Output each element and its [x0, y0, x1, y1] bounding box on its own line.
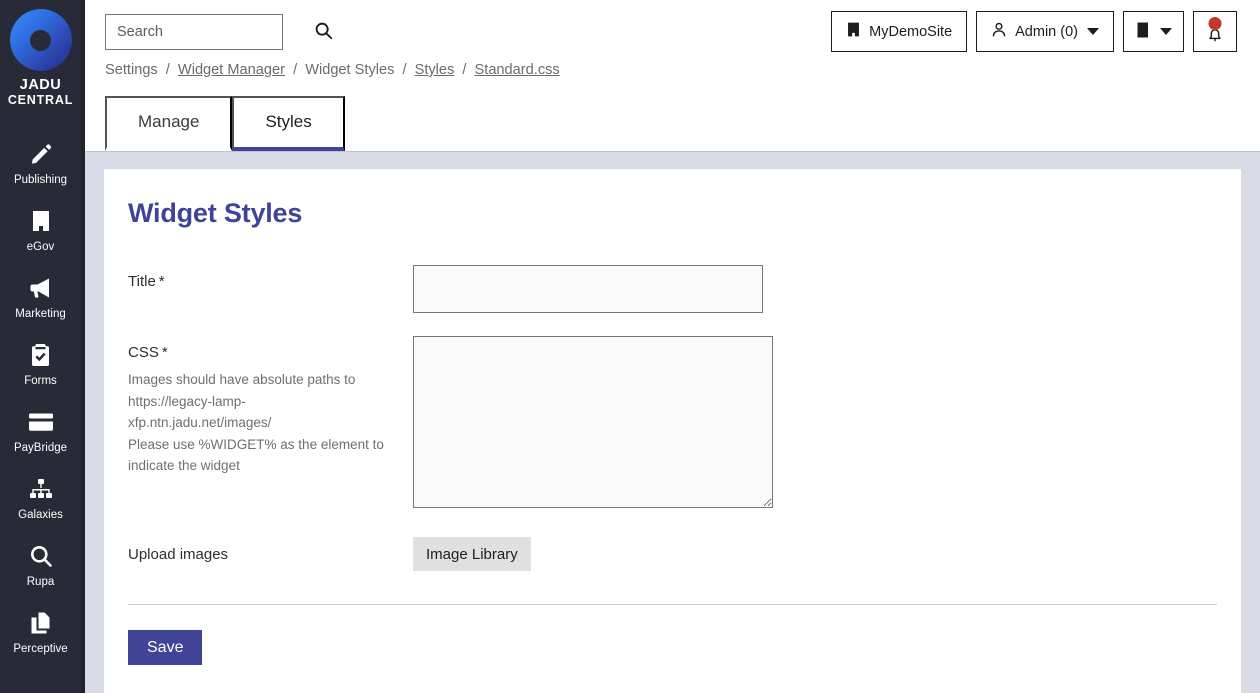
book-icon: [1135, 21, 1152, 43]
pencil-icon: [28, 141, 54, 167]
sidebar-item-label: Rupa: [26, 576, 55, 588]
chevron-down-icon: [1087, 28, 1099, 35]
form-actions: Save: [126, 605, 1219, 665]
notifications-button[interactable]: [1193, 11, 1237, 52]
sidebar-item-perceptive[interactable]: Perceptive: [0, 599, 81, 666]
app-root: JADU CENTRAL Publishing eGov Marketing F…: [0, 0, 1260, 693]
building-icon: [28, 208, 54, 234]
logo-inner-hole: [30, 29, 51, 51]
form-row-upload-images: Upload images Image Library: [128, 537, 1217, 571]
admin-menu-label: Admin (0): [1015, 23, 1078, 40]
widget-styles-form: Title * CSS * Images should have absolute …: [126, 265, 1219, 571]
chevron-down-icon: [1160, 28, 1172, 35]
css-field-label: CSS: [128, 344, 159, 361]
documents-icon: [28, 610, 54, 636]
sidebar-item-galaxies[interactable]: Galaxies: [0, 465, 81, 532]
brand-line-2: CENTRAL: [7, 93, 74, 107]
search-box[interactable]: [105, 14, 333, 50]
required-marker: *: [158, 273, 165, 290]
tab-styles[interactable]: Styles: [232, 96, 345, 151]
sidebar-item-rupa[interactable]: Rupa: [0, 532, 81, 599]
top-header: MyDemoSite Admin (0): [85, 0, 1260, 152]
title-field-label: Title: [128, 273, 156, 290]
sidebar-item-egov[interactable]: eGov: [0, 197, 81, 264]
admin-menu-button[interactable]: Admin (0): [976, 11, 1114, 52]
css-hint-line-2: https://legacy-lamp-: [128, 393, 246, 409]
sidebar-item-label: eGov: [26, 241, 55, 253]
tab-manage[interactable]: Manage: [105, 96, 233, 151]
primary-sidebar: JADU CENTRAL Publishing eGov Marketing F…: [0, 0, 85, 693]
breadcrumb-separator: /: [462, 62, 467, 78]
upload-images-label: Upload images: [128, 546, 229, 563]
site-selector-label: MyDemoSite: [869, 23, 953, 40]
breadcrumb-item-standard-css[interactable]: Standard.css: [475, 62, 560, 78]
sitemap-icon: [28, 476, 54, 502]
breadcrumb: Settings / Widget Manager / Widget Style…: [105, 62, 560, 78]
breadcrumb-separator: /: [293, 62, 298, 78]
breadcrumb-item-widget-manager[interactable]: Widget Manager: [178, 62, 285, 78]
widget-styles-card: Widget Styles Title * CSS * Images should …: [104, 169, 1241, 693]
sidebar-nav: Publishing eGov Marketing Forms PayBridg…: [0, 130, 81, 666]
save-button[interactable]: Save: [128, 630, 203, 665]
sidebar-item-label: Marketing: [15, 308, 66, 320]
css-hint-line-5: indicate the widget: [128, 458, 240, 473]
image-library-button[interactable]: Image Library: [413, 537, 531, 571]
header-actions: MyDemoSite Admin (0): [831, 11, 1237, 52]
sidebar-item-label: Publishing: [13, 174, 68, 186]
search-icon: [314, 21, 333, 43]
sidebar-item-forms[interactable]: Forms: [0, 331, 81, 398]
title-input[interactable]: [413, 265, 763, 313]
page-title: Widget Styles: [128, 198, 303, 228]
circle-ring-logo-icon: [9, 9, 72, 71]
knowledge-base-button[interactable]: [1123, 11, 1184, 52]
css-hint-line-3: xfp.ntn.jadu.net/images/: [128, 415, 272, 430]
title-field-label-group: Title *: [128, 265, 413, 292]
css-field-label-group: CSS * Images should have absolute paths t…: [128, 336, 413, 477]
breadcrumb-item-settings: Settings: [105, 62, 158, 78]
credit-card-icon: [28, 409, 54, 435]
sidebar-item-marketing[interactable]: Marketing: [0, 264, 81, 331]
form-row-css: CSS * Images should have absolute paths t…: [128, 336, 1217, 508]
search-submit-button[interactable]: [312, 15, 343, 49]
required-marker: *: [161, 344, 168, 361]
sidebar-item-label: Galaxies: [18, 509, 63, 521]
search-input[interactable]: [106, 15, 312, 49]
breadcrumb-separator: /: [165, 62, 170, 78]
clipboard-check-icon: [28, 342, 54, 368]
sidebar-item-label: PayBridge: [13, 442, 68, 454]
sidebar-item-label: Perceptive: [13, 643, 68, 655]
brand-name: JADU CENTRAL: [8, 78, 73, 108]
breadcrumb-separator: /: [402, 62, 407, 78]
css-hint-line-4: Please use %WIDGET% as the element to: [128, 436, 384, 452]
sidebar-item-label: Forms: [24, 375, 57, 387]
notification-badge: [1208, 17, 1222, 30]
content-area: Widget Styles Title * CSS * Images should …: [85, 152, 1260, 693]
sidebar-item-publishing[interactable]: Publishing: [0, 130, 81, 197]
tab-bar: Manage Styles: [105, 96, 345, 151]
brand-line-1: JADU: [19, 77, 62, 93]
sidebar-item-paybridge[interactable]: PayBridge: [0, 398, 81, 465]
user-icon: [991, 21, 1007, 42]
css-hint-line-1: Images should have absolute paths to: [128, 372, 356, 387]
breadcrumb-item-styles[interactable]: Styles: [415, 62, 455, 78]
form-row-title: Title *: [128, 265, 1217, 313]
breadcrumb-item-widget-styles: Widget Styles: [305, 62, 395, 78]
megaphone-icon: [28, 275, 54, 301]
magnifier-icon: [28, 543, 54, 569]
building-icon: [846, 21, 861, 42]
main-region: MyDemoSite Admin (0): [85, 0, 1260, 693]
brand-logo[interactable]: JADU CENTRAL: [0, 0, 81, 108]
css-textarea[interactable]: [413, 336, 773, 508]
site-selector-button[interactable]: MyDemoSite: [831, 11, 968, 52]
css-field-hint: Images should have absolute paths to htt…: [128, 369, 394, 477]
